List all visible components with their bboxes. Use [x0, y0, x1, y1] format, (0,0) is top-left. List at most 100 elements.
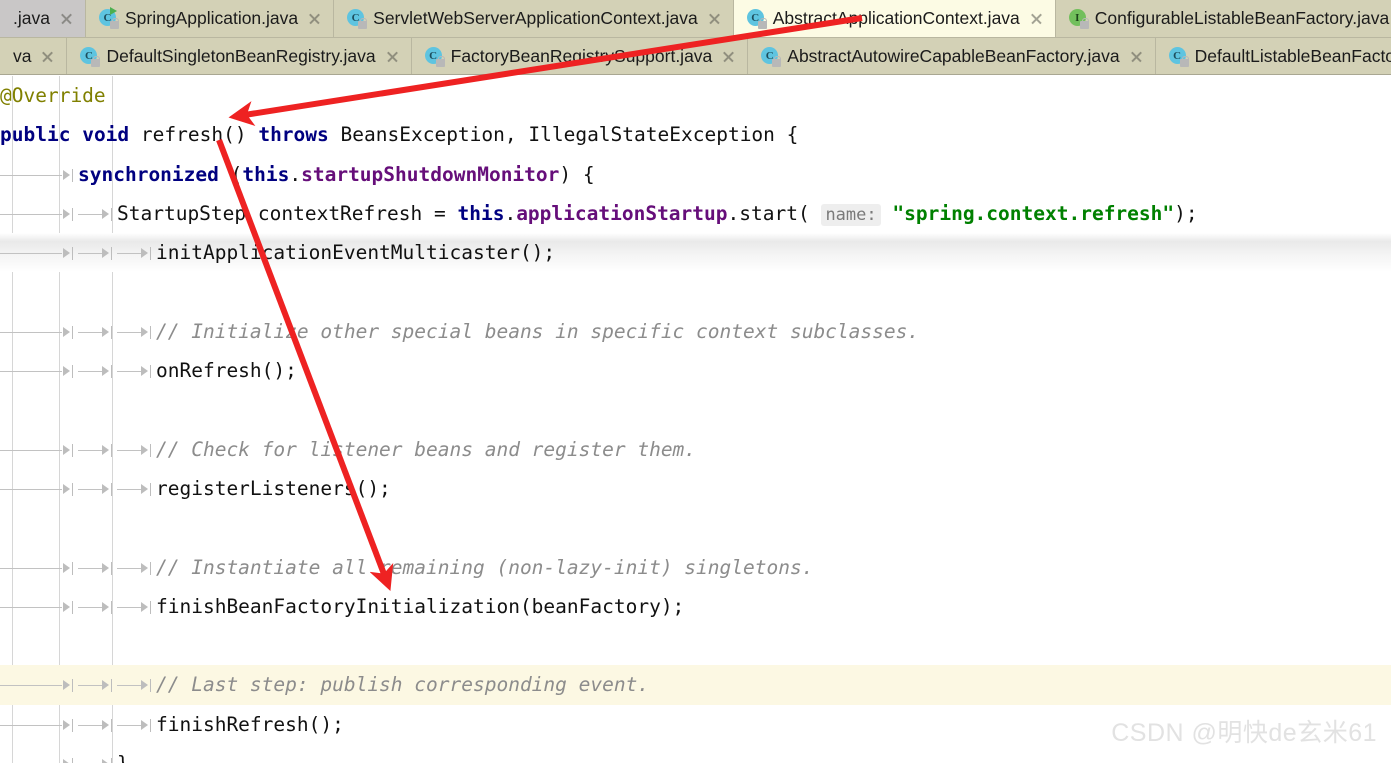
code-token-plain: .start( — [727, 201, 822, 225]
interface-file-icon: I — [1068, 9, 1089, 29]
code-token-cmt: // Last step: publish corresponding even… — [156, 673, 650, 697]
code-line[interactable] — [0, 390, 1391, 429]
code-token-plain: refresh() — [140, 123, 259, 147]
code-line[interactable]: // Instantiate all remaining (non-lazy-i… — [0, 548, 1391, 587]
code-line[interactable]: @Override — [0, 76, 1391, 115]
tab-indent-guide-icon — [117, 480, 156, 499]
code-token-plain: } — [117, 752, 129, 763]
lock-badge-icon — [1179, 56, 1189, 67]
code-token-kw: this — [457, 201, 505, 225]
code-line[interactable]: onRefresh(); — [0, 351, 1391, 390]
code-token-plain: StartupStep contextRefresh = — [117, 201, 458, 225]
tab-indent-guide-icon — [78, 441, 117, 460]
editor-tab[interactable]: C AbstractApplicationContext.java — [733, 0, 1056, 37]
editor-tab-label: .java — [13, 7, 50, 28]
tab-indent-guide-icon — [0, 441, 78, 460]
code-token-cmt: // Check for listener beans and register… — [156, 437, 697, 461]
tab-bar-bottom-border — [0, 74, 1391, 75]
tab-indent-guide-icon — [0, 676, 78, 695]
code-content[interactable]: @Override public void refresh() throws Be… — [0, 76, 1391, 763]
tab-indent-guide-icon — [78, 362, 117, 381]
code-token-str: "spring.context.refresh" — [892, 201, 1175, 225]
tab-close-icon[interactable] — [1029, 11, 1044, 26]
tab-indent-guide-icon — [117, 676, 156, 695]
code-token-plain: . — [504, 201, 517, 225]
editor-tab[interactable]: C AbstractAutowireCapableBeanFactory.java — [748, 38, 1156, 75]
code-line[interactable] — [0, 272, 1391, 311]
editor-tab-label: AbstractApplicationContext.java — [772, 7, 1020, 28]
tab-indent-guide-icon — [0, 480, 78, 499]
lock-badge-icon — [358, 18, 368, 29]
tab-close-icon[interactable] — [59, 11, 74, 26]
code-line[interactable]: // Initialize other special beans in spe… — [0, 312, 1391, 351]
editor-tab[interactable]: va — [0, 38, 68, 75]
lock-badge-icon — [435, 56, 445, 67]
tab-indent-guide-icon — [78, 559, 117, 578]
code-token-plain: finishBeanFactoryInitialization(beanFact… — [156, 594, 685, 618]
editor-tab[interactable]: I ConfigurableListableBeanFactory.java — [1055, 0, 1391, 37]
tab-indent-guide-icon — [0, 244, 78, 263]
code-token-plain: onRefresh(); — [156, 359, 297, 383]
run-flag-icon — [109, 7, 117, 15]
code-line[interactable]: public void refresh() throws BeansExcept… — [0, 115, 1391, 154]
editor-tab[interactable]: C ServletWebServerApplicationContext.java — [334, 0, 734, 37]
tab-indent-guide-icon — [117, 244, 156, 263]
editor-tab-label: DefaultSingletonBeanRegistry.java — [106, 45, 376, 66]
code-token-kw: this — [242, 162, 290, 186]
editor-tab-row-2: va C DefaultSingletonBeanRegistry.java C Fac… — [0, 38, 1391, 75]
lock-badge-icon — [1079, 18, 1089, 29]
code-token-ws — [70, 123, 82, 146]
tab-close-icon[interactable] — [385, 49, 400, 64]
code-token-kw: synchronized — [78, 162, 219, 186]
editor-tab[interactable]: C SpringApplication.java — [85, 0, 335, 37]
code-token-field: applicationStartup — [516, 201, 728, 225]
code-token-plain: ); — [1174, 201, 1198, 225]
tab-indent-guide-icon — [78, 323, 117, 342]
editor-tab[interactable]: .java — [0, 0, 86, 37]
tab-indent-guide-icon — [117, 323, 156, 342]
class-file-icon: C — [80, 47, 101, 67]
editor-tab-label: SpringApplication.java — [124, 7, 299, 28]
code-line[interactable]: finishBeanFactoryInitialization(beanFact… — [0, 587, 1391, 626]
code-token-plain: ) { — [559, 162, 595, 186]
code-line[interactable]: synchronized (this.startupShutdownMonito… — [0, 155, 1391, 194]
tab-indent-guide-icon — [0, 598, 78, 617]
editor-tab[interactable]: C FactoryBeanRegistrySupport.java — [411, 38, 749, 75]
tab-indent-guide-icon — [78, 205, 117, 224]
editor-tab[interactable]: C DefaultSingletonBeanRegistry.java — [67, 38, 412, 75]
code-token-cmt: // Initialize other special beans in spe… — [156, 319, 920, 343]
tab-close-icon[interactable] — [40, 49, 55, 64]
tab-indent-guide-icon — [117, 598, 156, 617]
tab-indent-guide-icon — [78, 716, 117, 735]
code-line[interactable] — [0, 508, 1391, 547]
editor-tab-label: ServletWebServerApplicationContext.java — [373, 7, 698, 28]
tab-indent-guide-icon — [0, 755, 78, 763]
code-editor[interactable]: @Override public void refresh() throws Be… — [0, 76, 1391, 763]
code-line[interactable]: registerListeners(); — [0, 469, 1391, 508]
code-line[interactable]: // Last step: publish corresponding even… — [0, 665, 1391, 705]
editor-tab-bar: .java C SpringApplication.java C ServletWebS… — [0, 0, 1391, 75]
tab-indent-guide-icon — [0, 205, 78, 224]
tab-indent-guide-icon — [78, 676, 117, 695]
lock-badge-icon — [757, 18, 767, 29]
ide-window: .java C SpringApplication.java C ServletWebS… — [0, 0, 1391, 763]
editor-tab-row-1: .java C SpringApplication.java C ServletWebS… — [0, 0, 1391, 37]
code-line[interactable]: StartupStep contextRefresh = this.applic… — [0, 194, 1391, 233]
code-token-plain: registerListeners(); — [156, 476, 391, 500]
tab-indent-guide-icon — [0, 716, 78, 735]
tab-close-icon[interactable] — [721, 49, 736, 64]
code-token-plain: initApplicationEventMulticaster(); — [156, 241, 556, 265]
code-line[interactable]: initApplicationEventMulticaster(); — [0, 233, 1391, 273]
tab-close-icon[interactable] — [1129, 49, 1144, 64]
tab-close-icon[interactable] — [307, 11, 322, 26]
tab-close-icon[interactable] — [707, 11, 722, 26]
code-line[interactable]: // Check for listener beans and register… — [0, 430, 1391, 469]
tab-indent-guide-icon — [78, 755, 117, 763]
code-line[interactable] — [0, 626, 1391, 665]
editor-tab-label: va — [13, 45, 32, 66]
editor-tab[interactable]: CDefaultListableBeanFactory.java — [1155, 38, 1391, 75]
class-file-icon: C — [98, 7, 119, 29]
class-file-icon: C — [1168, 47, 1189, 67]
tab-indent-guide-icon — [0, 323, 78, 342]
